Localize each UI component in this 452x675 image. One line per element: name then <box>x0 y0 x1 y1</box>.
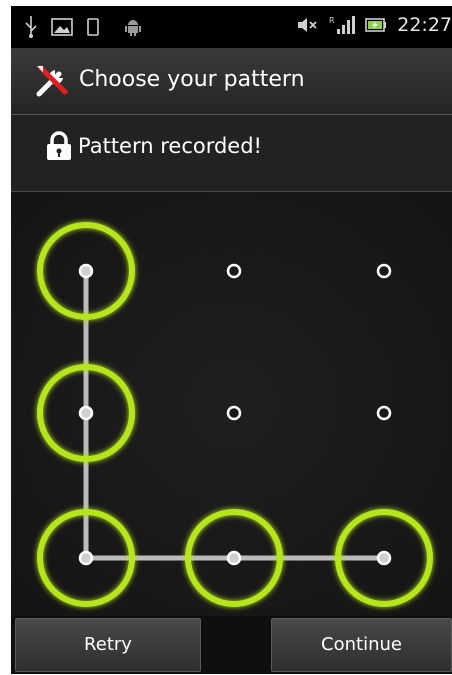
android-debug-icon <box>125 18 141 36</box>
pattern-node-6[interactable] <box>376 405 392 421</box>
title-bar: Choose your pattern <box>11 48 452 115</box>
pattern-node-dot <box>376 550 392 566</box>
status-bar-system: R 22:27 <box>297 14 452 36</box>
device-icon <box>87 18 99 36</box>
pattern-node-dot <box>78 550 94 566</box>
pattern-node-2[interactable] <box>226 263 242 279</box>
status-bar-notifications <box>25 16 141 38</box>
status-bar: R 22:27 <box>11 6 452 48</box>
tools-icon <box>33 62 71 100</box>
pattern-node-dot <box>78 405 94 421</box>
pattern-grid[interactable] <box>11 192 452 616</box>
phone-screen: R 22:27 Choose your pattern Pattern reco… <box>11 6 452 674</box>
pattern-node-dot <box>226 550 242 566</box>
page-title: Choose your pattern <box>79 67 305 92</box>
pattern-node-dot <box>376 263 392 279</box>
continue-button[interactable]: Continue <box>271 618 452 672</box>
pattern-node-dot <box>226 405 242 421</box>
pattern-node-dot <box>376 405 392 421</box>
button-bar: Retry Continue <box>11 616 452 674</box>
lock-icon <box>45 131 73 161</box>
pattern-node-3[interactable] <box>376 263 392 279</box>
signal-icon: R <box>329 15 356 35</box>
mute-icon <box>297 16 319 34</box>
image-notification-icon <box>51 17 73 37</box>
pattern-status-message: Pattern recorded! <box>78 134 262 158</box>
pattern-node-dot <box>78 263 94 279</box>
svg-text:R: R <box>329 16 335 25</box>
pattern-node-dot <box>226 263 242 279</box>
pattern-canvas[interactable] <box>11 192 452 616</box>
pattern-status-header: Pattern recorded! <box>11 115 452 192</box>
pattern-node-5[interactable] <box>226 405 242 421</box>
retry-button[interactable]: Retry <box>15 618 201 672</box>
status-bar-clock: 22:27 <box>397 14 452 36</box>
usb-icon <box>25 16 37 38</box>
battery-icon <box>365 17 387 33</box>
